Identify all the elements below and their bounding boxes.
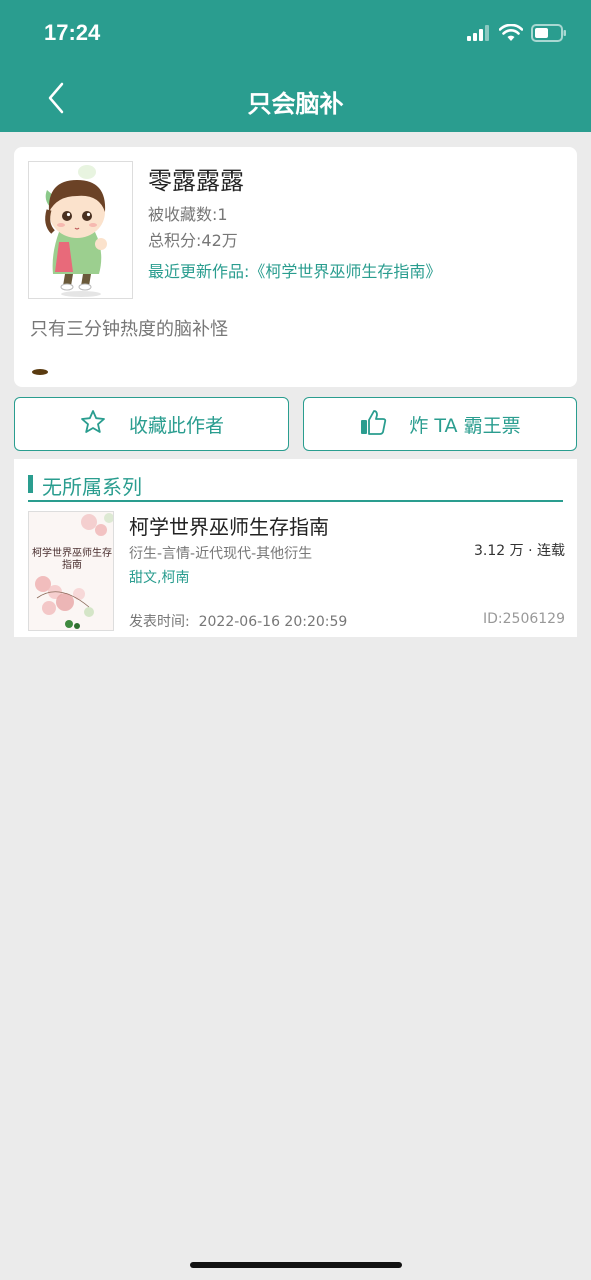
avatar-illustration <box>45 165 107 297</box>
latest-work-link[interactable]: 最近更新作品:《柯学世界巫师生存指南》 <box>148 258 441 282</box>
battery-icon <box>531 24 567 46</box>
author-bio: 只有三分钟热度的脑补怪 <box>30 319 228 340</box>
book-id: ID:2506129 <box>483 611 565 627</box>
favorite-author-button[interactable]: 收藏此作者 <box>14 397 289 451</box>
total-score: 总积分:42万 <box>148 231 238 250</box>
vote-ticket-button[interactable]: 炸 TA 霸王票 <box>303 397 577 451</box>
home-indicator[interactable] <box>190 1262 402 1268</box>
status-icons <box>467 23 567 46</box>
series-section: 无所属系列 柯学世界巫师生存指南 柯学世界巫师生存指南 3.12 万 · 连载 … <box>14 459 577 637</box>
favorited-count: 被收藏数:1 <box>148 205 228 224</box>
book-stats: 3.12 万 · 连载 <box>474 543 565 559</box>
status-time: 17:24 <box>44 20 101 45</box>
cover-title-text: 柯学世界巫师生存指南 <box>32 548 112 571</box>
top-bar: 17:24 只会脑补 <box>0 0 591 132</box>
author-name: 零露露露 <box>148 167 244 195</box>
section-marker <box>28 475 33 493</box>
favorite-author-label: 收藏此作者 <box>128 414 224 437</box>
page-title: 只会脑补 <box>247 90 344 118</box>
book-tags: 甜文,柯南 <box>129 570 190 586</box>
signal-icon <box>467 25 491 45</box>
thumbs-up-icon <box>359 408 387 441</box>
vote-ticket-label: 炸 TA 霸王票 <box>409 414 521 437</box>
series-title: 无所属系列 <box>42 475 142 499</box>
author-card: 零露露露 被收藏数:1 总积分:42万 最近更新作品:《柯学世界巫师生存指南》 … <box>14 147 577 387</box>
book-cover[interactable]: 柯学世界巫师生存指南 <box>28 511 114 631</box>
book-title[interactable]: 柯学世界巫师生存指南 <box>129 511 329 540</box>
wifi-icon <box>498 23 524 46</box>
book-category: 衍生-言情-近代现代-其他衍生 <box>129 546 313 562</box>
section-divider <box>28 500 563 502</box>
decorative-dot <box>32 369 48 375</box>
avatar[interactable] <box>28 161 133 299</box>
star-icon <box>79 408 107 441</box>
book-publish-date: 发表时间: 2022-06-16 20:20:59 <box>129 614 348 630</box>
